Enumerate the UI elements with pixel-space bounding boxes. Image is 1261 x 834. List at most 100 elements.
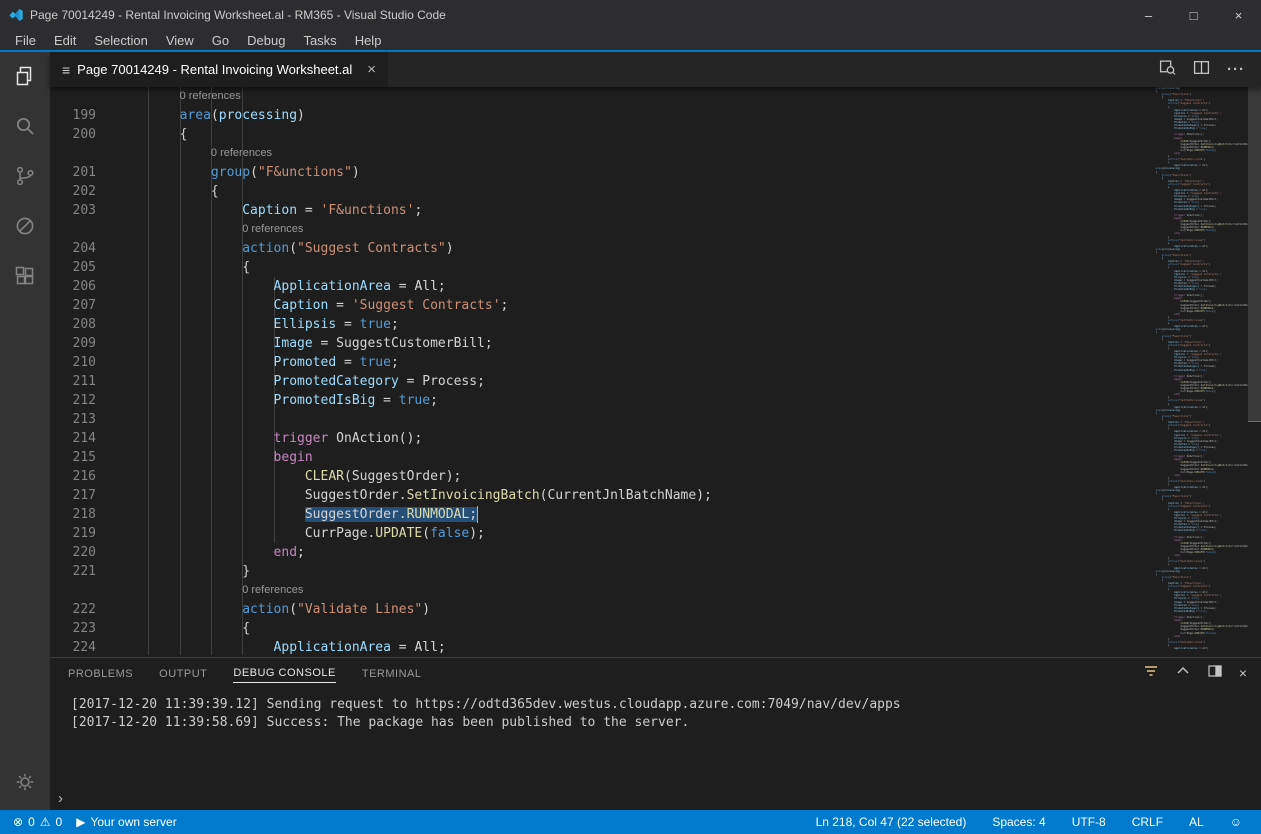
code-line[interactable]: 201 group("F&unctions") [50,163,1138,182]
line-number[interactable]: 222 [50,600,96,619]
code-line[interactable]: 224 ApplicationArea = All; [50,638,1138,657]
line-number[interactable]: 220 [50,543,96,562]
encoding-status[interactable]: UTF-8 [1067,810,1111,834]
line-number[interactable]: 204 [50,239,96,258]
line-number[interactable]: 215 [50,448,96,467]
code-line[interactable]: 217 SuggestOrder.SetInvoicingBatch(Curre… [50,486,1138,505]
code-line[interactable]: 220 end; [50,543,1138,562]
code-line[interactable]: 218 SuggestOrder.RUNMODAL; [50,505,1138,524]
code-editor[interactable]: 0 references 199 area(processing) 200 {0 r… [50,87,1138,657]
line-number[interactable]: 203 [50,201,96,220]
code-line[interactable]: 205 { [50,258,1138,277]
line-number[interactable]: 205 [50,258,96,277]
settings-gear-icon[interactable] [13,770,37,794]
code-line[interactable]: 210 Promoted = true; [50,353,1138,372]
codelens-line[interactable]: 0 references [50,144,1138,163]
line-number[interactable]: 221 [50,562,96,581]
line-number[interactable]: 223 [50,619,96,638]
code-line[interactable]: 204 action("Suggest Contracts") [50,239,1138,258]
code-line[interactable]: 214 trigger OnAction(); [50,429,1138,448]
line-number[interactable] [50,220,96,239]
codelens-line[interactable]: 0 references [50,87,1138,106]
menu-tasks[interactable]: Tasks [294,33,345,48]
line-number[interactable] [50,144,96,163]
code-line[interactable]: 223 { [50,619,1138,638]
code-line[interactable]: 208 Ellipsis = true; [50,315,1138,334]
feedback-smiley-icon[interactable]: ☺ [1225,810,1247,834]
code-line[interactable]: 206 ApplicationArea = All; [50,277,1138,296]
tab-close-icon[interactable]: × [367,61,376,78]
server-status[interactable]: ▶ Your own server [71,810,182,834]
debug-console-input[interactable]: › [50,786,1261,810]
close-window-button[interactable]: × [1216,0,1261,30]
menu-file[interactable]: File [6,33,45,48]
line-number[interactable] [50,87,96,106]
line-number[interactable]: 211 [50,372,96,391]
code-line[interactable]: 216 CLEAR(SuggestOrder); [50,467,1138,486]
code-line[interactable]: 222 action("Validate Lines") [50,600,1138,619]
code-line[interactable]: 200 { [50,125,1138,144]
line-number[interactable]: 214 [50,429,96,448]
line-number[interactable]: 224 [50,638,96,657]
line-number[interactable]: 213 [50,410,96,429]
menu-help[interactable]: Help [346,33,391,48]
maximize-panel-icon[interactable] [1175,663,1191,684]
line-number[interactable]: 217 [50,486,96,505]
panel-tab-terminal[interactable]: TERMINAL [362,664,422,683]
code-line[interactable]: 202 { [50,182,1138,201]
cursor-position[interactable]: Ln 218, Col 47 (22 selected) [811,810,972,834]
open-preview-icon[interactable] [1159,59,1176,81]
editor-scrollbar[interactable] [1248,87,1261,657]
line-number[interactable]: 207 [50,296,96,315]
problems-status[interactable]: ⊗ 0 ⚠ 0 [8,810,67,834]
line-number[interactable]: 216 [50,467,96,486]
line-number[interactable]: 212 [50,391,96,410]
debug-icon[interactable] [13,214,37,238]
extensions-icon[interactable] [13,264,37,288]
codelens-line[interactable]: 0 references [50,220,1138,239]
code-line[interactable]: 211 PromotedCategory = Process; [50,372,1138,391]
minimize-button[interactable]: – [1126,0,1171,30]
split-panel-icon[interactable] [1207,663,1223,684]
line-number[interactable]: 210 [50,353,96,372]
more-actions-icon[interactable]: ··· [1227,61,1245,78]
line-number[interactable]: 201 [50,163,96,182]
split-editor-icon[interactable] [1193,59,1210,81]
line-number[interactable] [50,581,96,600]
line-number[interactable]: 206 [50,277,96,296]
filter-icon[interactable] [1143,663,1159,684]
code-line[interactable]: 219 CurrPage.UPDATE(false); [50,524,1138,543]
code-line[interactable]: 199 area(processing) [50,106,1138,125]
codelens-line[interactable]: 0 references [50,581,1138,600]
menu-debug[interactable]: Debug [238,33,294,48]
line-number[interactable]: 199 [50,106,96,125]
language-mode[interactable]: AL [1184,810,1209,834]
menu-selection[interactable]: Selection [85,33,156,48]
line-number[interactable]: 219 [50,524,96,543]
scrollbar-thumb[interactable] [1248,87,1261,422]
minimap[interactable]: area(processing) { group("F&unctions") {… [1138,87,1249,657]
line-number[interactable]: 208 [50,315,96,334]
eol-status[interactable]: CRLF [1127,810,1168,834]
code-line[interactable]: 221 } [50,562,1138,581]
search-icon[interactable] [13,114,37,138]
tab-rental-invoicing-worksheet[interactable]: ≡ Page 70014249 - Rental Invoicing Works… [50,52,389,87]
menu-view[interactable]: View [157,33,203,48]
menu-go[interactable]: Go [203,33,238,48]
close-panel-icon[interactable]: × [1239,665,1247,681]
panel-tab-problems[interactable]: PROBLEMS [68,664,133,683]
panel-tab-output[interactable]: OUTPUT [159,664,207,683]
menu-edit[interactable]: Edit [45,33,85,48]
code-line[interactable]: 203 Caption = 'F&unctions'; [50,201,1138,220]
code-line[interactable]: 209 Image = SuggestCustomerBill; [50,334,1138,353]
line-number[interactable]: 200 [50,125,96,144]
code-line[interactable]: 207 Caption = 'Suggest Contracts'; [50,296,1138,315]
code-line[interactable]: 212 PromotedIsBig = true; [50,391,1138,410]
explorer-icon[interactable] [13,64,37,88]
line-number[interactable]: 218 [50,505,96,524]
indentation-status[interactable]: Spaces: 4 [987,810,1050,834]
code-line[interactable]: 215 begin [50,448,1138,467]
source-control-icon[interactable] [13,164,37,188]
line-number[interactable]: 209 [50,334,96,353]
line-number[interactable]: 202 [50,182,96,201]
